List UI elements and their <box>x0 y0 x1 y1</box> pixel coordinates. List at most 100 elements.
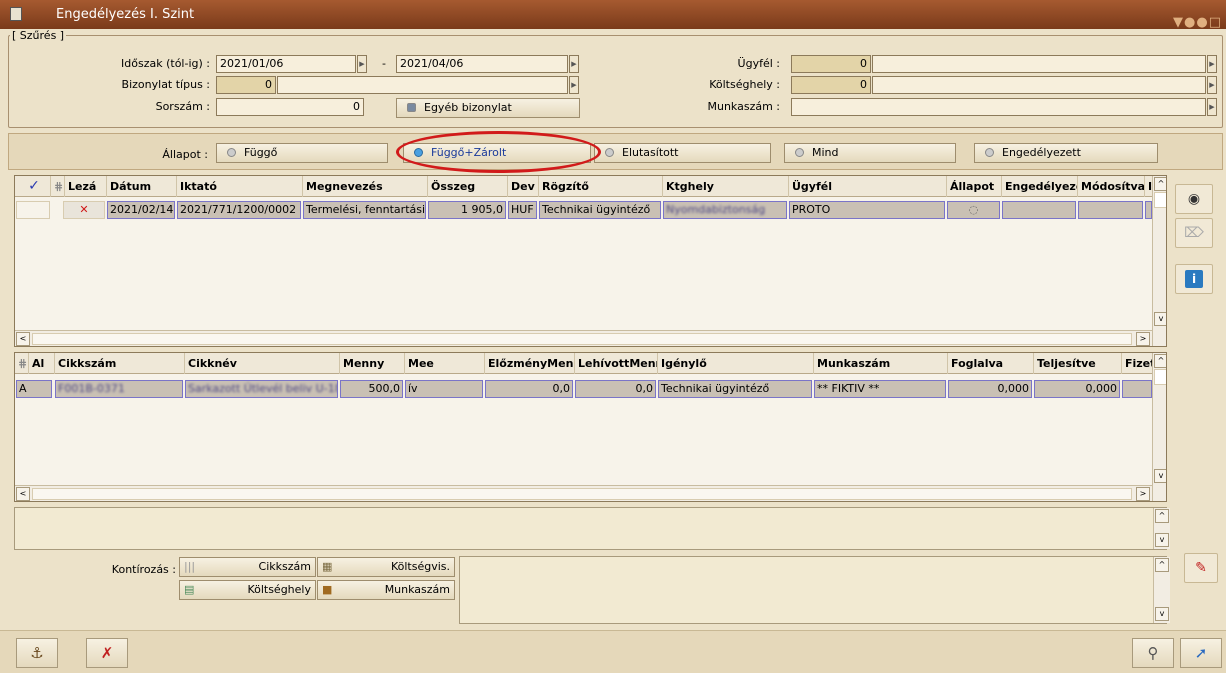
column-header[interactable]: Foglalva <box>948 353 1034 374</box>
cell-i[interactable] <box>1145 201 1152 219</box>
cell-itemname[interactable]: Sarkazott Útlevél beliv U-18 <box>185 380 338 398</box>
doctype-name-input[interactable] <box>277 76 568 94</box>
cell-costcenter[interactable]: Nyomdabiztonság <box>663 201 787 219</box>
scroll-down-icon[interactable]: v <box>1155 607 1169 621</box>
state-option-approved[interactable]: Engedélyezett <box>974 143 1158 163</box>
cell-amount[interactable]: 1 905,0 <box>428 201 506 219</box>
cell-worknumber[interactable]: ** FIKTIV ** <box>814 380 946 398</box>
scroll-up-icon[interactable]: ^ <box>1154 177 1166 191</box>
column-header[interactable]: Dev <box>508 176 539 197</box>
column-header[interactable]: Cikkszám <box>55 353 185 374</box>
column-header[interactable]: Fizet <box>1122 353 1153 374</box>
note-vscroll[interactable]: ^ v <box>1153 508 1170 549</box>
item-grid-vscroll[interactable]: ^ v <box>1152 353 1166 501</box>
column-header[interactable]: Al <box>29 353 55 374</box>
accounting-itemcode-button[interactable]: ||| Cikkszám <box>179 557 316 577</box>
date-to-input[interactable]: 2021/04/06 <box>396 55 568 73</box>
reject-stamp-button[interactable]: ✗ <box>86 638 128 668</box>
column-header[interactable]: LehívottMenny <box>575 353 658 374</box>
column-header[interactable]: Munkaszám <box>814 353 948 374</box>
column-header[interactable]: Igénylő <box>658 353 814 374</box>
search-button[interactable]: ⚲ <box>1132 638 1174 668</box>
date-from-input[interactable]: 2021/01/06 <box>216 55 356 73</box>
scroll-up-icon[interactable]: ^ <box>1155 558 1169 572</box>
cell-qty[interactable]: 500,0 <box>340 380 403 398</box>
scroll-down-icon[interactable]: v <box>1155 533 1169 547</box>
scroll-thumb[interactable] <box>1154 192 1166 208</box>
cell-payment[interactable] <box>1122 380 1152 398</box>
column-header[interactable]: Cikknév <box>185 353 340 374</box>
date-to-picker-button[interactable]: ▶ <box>569 55 579 73</box>
customer-name-input[interactable] <box>872 55 1206 73</box>
note-textarea[interactable] <box>14 507 1167 550</box>
view-eye-icon[interactable]: ◉ <box>1175 184 1213 214</box>
cell-unit[interactable]: ív <box>405 380 483 398</box>
cell-prev-qty[interactable]: 0,0 <box>485 380 573 398</box>
doctype-code-input[interactable]: 0 <box>216 76 276 94</box>
serial-input[interactable]: 0 <box>216 98 364 116</box>
worknumber-picker-button[interactable]: ▶ <box>1207 98 1217 116</box>
exit-button[interactable]: ➚ <box>1180 638 1222 668</box>
approve-stamp-button[interactable]: ⚓ <box>16 638 58 668</box>
info-button[interactable]: i <box>1175 264 1213 294</box>
date-from-picker-button[interactable]: ▶ <box>357 55 367 73</box>
cell-currency[interactable]: HUF <box>508 201 537 219</box>
scroll-right-icon[interactable]: > <box>1136 332 1150 346</box>
other-doc-button[interactable]: Egyéb bizonylat <box>396 98 580 118</box>
attachment-icon[interactable]: ⌦ <box>1175 218 1213 248</box>
cell-modified[interactable] <box>1078 201 1143 219</box>
column-header[interactable]: Megnevezés <box>303 176 428 197</box>
cell-customer[interactable]: PROTO <box>789 201 945 219</box>
column-header[interactable]: Ktghely <box>663 176 789 197</box>
column-header[interactable]: Teljesítve <box>1034 353 1122 374</box>
accounting-worknumber-button[interactable]: ■ Munkaszám <box>317 580 455 600</box>
cell-recorder[interactable]: Technikai ügyintéző <box>539 201 661 219</box>
state-option-pending[interactable]: Függő <box>216 143 388 163</box>
item-grid-hscroll[interactable]: < > <box>15 485 1152 501</box>
accounting-costtype-button[interactable]: ▦ Költségvis. <box>317 557 455 577</box>
column-header[interactable]: Lezá <box>65 176 107 197</box>
scroll-left-icon[interactable]: < <box>16 332 30 346</box>
cell-reserved[interactable]: 0,000 <box>948 380 1032 398</box>
state-option-rejected[interactable]: Elutasított <box>594 143 771 163</box>
cell-iktato[interactable]: 2021/771/1200/0002 <box>177 201 301 219</box>
column-header[interactable]: Iktató <box>177 176 303 197</box>
document-grid-vscroll[interactable]: ^ v <box>1152 176 1166 346</box>
scroll-up-icon[interactable]: ^ <box>1154 354 1166 368</box>
scroll-thumb[interactable] <box>32 333 1132 345</box>
accounting-costcenter-button[interactable]: ▤ Költséghely <box>179 580 316 600</box>
cell-requester[interactable]: Technikai ügyintéző <box>658 380 812 398</box>
costcenter-code-input[interactable]: 0 <box>791 76 871 94</box>
scroll-thumb[interactable] <box>32 488 1132 500</box>
costcenter-name-input[interactable] <box>872 76 1206 94</box>
column-header[interactable]: Módosítva <box>1078 176 1145 197</box>
column-header[interactable]: Mee <box>405 353 485 374</box>
customer-picker-button[interactable]: ▶ <box>1207 55 1217 73</box>
scroll-right-icon[interactable]: > <box>1136 487 1150 501</box>
cell-called-qty[interactable]: 0,0 <box>575 380 656 398</box>
table-row[interactable]: A F001B-0371 Sarkazott Útlevél beliv U-1… <box>15 380 1152 400</box>
scroll-down-icon[interactable]: v <box>1154 312 1166 326</box>
edit-pencil-icon[interactable]: ✎ <box>1184 553 1218 583</box>
customer-code-input[interactable]: 0 <box>791 55 871 73</box>
costcenter-picker-button[interactable]: ▶ <box>1207 76 1217 94</box>
cell-date[interactable]: 2021/02/14 <box>107 201 175 219</box>
column-header[interactable]: Összeg <box>428 176 508 197</box>
accounting-vscroll[interactable]: ^ v <box>1153 557 1170 623</box>
cell-fulfilled[interactable]: 0,000 <box>1034 380 1120 398</box>
column-header[interactable]: Engedélyező <box>1002 176 1078 197</box>
column-header[interactable]: Ügyfél <box>789 176 947 197</box>
worknumber-input[interactable] <box>791 98 1206 116</box>
doctype-picker-button[interactable]: ▶ <box>569 76 579 94</box>
cell-al[interactable]: A <box>16 380 52 398</box>
scroll-left-icon[interactable]: < <box>16 487 30 501</box>
window-controls[interactable]: ▼●●□ <box>1173 8 1222 37</box>
check-column-header[interactable]: ✓ <box>15 176 51 197</box>
cell-approver[interactable] <box>1002 201 1076 219</box>
scroll-down-icon[interactable]: v <box>1154 469 1166 483</box>
column-header[interactable]: Menny <box>340 353 405 374</box>
document-grid-hscroll[interactable]: < > <box>15 330 1152 346</box>
cell-name[interactable]: Termelési, fenntartási <box>303 201 426 219</box>
scroll-up-icon[interactable]: ^ <box>1155 509 1169 523</box>
table-row[interactable]: ✕ 2021/02/14 2021/771/1200/0002 Termelés… <box>15 201 1152 221</box>
